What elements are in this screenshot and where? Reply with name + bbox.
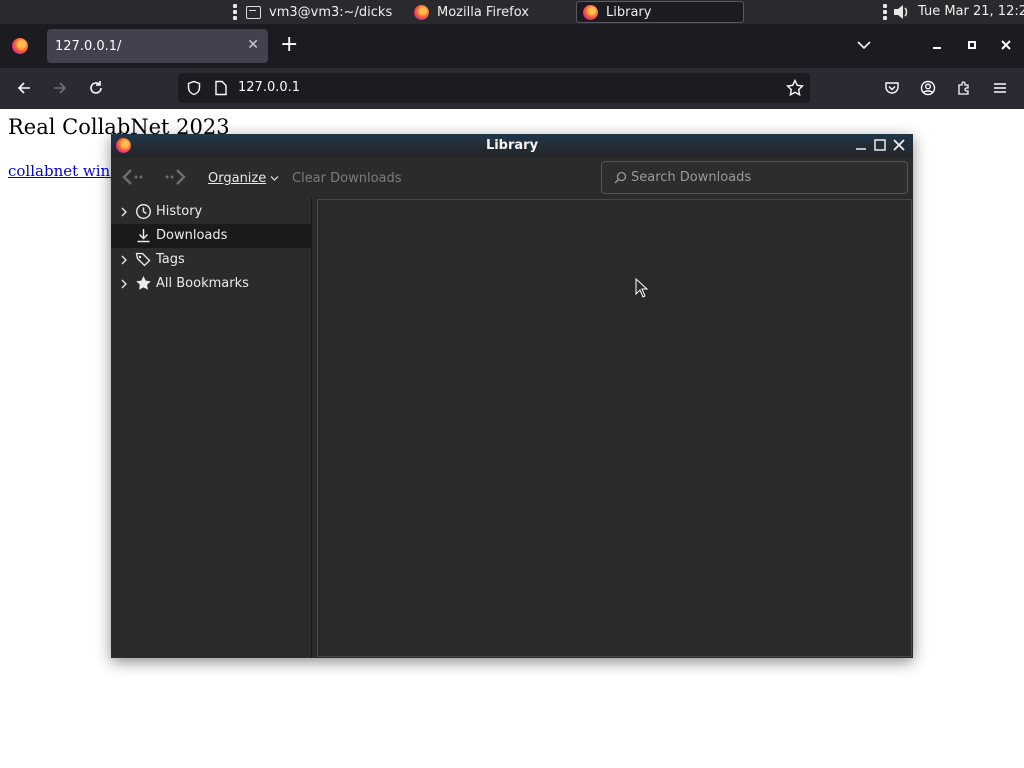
downloads-list[interactable] bbox=[317, 199, 912, 657]
pocket-icon bbox=[885, 82, 899, 94]
firefox-view-icon[interactable] bbox=[12, 38, 28, 54]
browser-tabstrip: 127.0.0.1/ ✕ + bbox=[0, 24, 1024, 68]
taskbar-grip-right bbox=[883, 4, 887, 20]
library-title: Library bbox=[485, 138, 539, 153]
list-tabs-icon[interactable] bbox=[856, 39, 872, 51]
expand-chevron-icon[interactable] bbox=[119, 254, 129, 266]
taskbar-item-firefox[interactable]: Mozilla Firefox bbox=[408, 1, 535, 23]
clock[interactable]: Tue Mar 21, 12:24 bbox=[918, 4, 1024, 19]
close-window-icon[interactable] bbox=[1000, 39, 1012, 51]
browser-tab[interactable]: 127.0.0.1/ ✕ bbox=[47, 29, 268, 63]
hamburger-icon bbox=[994, 83, 1006, 93]
tree-item-all-bookmarks[interactable]: All Bookmarks bbox=[111, 272, 312, 296]
tree-item-label: Downloads bbox=[156, 228, 228, 243]
organize-menu-button[interactable]: Organize bbox=[208, 171, 279, 186]
library-window: Library Organize Clear Downloads Search … bbox=[111, 134, 913, 658]
minimize-icon[interactable] bbox=[853, 137, 869, 153]
new-tab-button[interactable]: + bbox=[280, 34, 298, 56]
organize-label: Organize bbox=[208, 171, 267, 186]
back-button[interactable] bbox=[12, 76, 36, 100]
reload-icon bbox=[90, 81, 102, 94]
minimize-icon[interactable] bbox=[932, 41, 944, 51]
menu-button[interactable] bbox=[988, 76, 1012, 100]
search-placeholder: Search Downloads bbox=[631, 170, 752, 185]
extensions-button[interactable] bbox=[952, 76, 976, 100]
taskbar-item-label: vm3@vm3:~/dicks bbox=[269, 4, 393, 20]
tree-item-label: Tags bbox=[156, 252, 185, 267]
firefox-icon bbox=[414, 4, 429, 20]
taskbar-item-library[interactable]: Library bbox=[576, 1, 744, 23]
library-sidebar: History Downloads Tags All Bookmarks bbox=[111, 198, 312, 658]
system-taskbar: vm3@vm3:~/dicks Mozilla Firefox Library … bbox=[0, 0, 1024, 24]
maximize-icon[interactable] bbox=[872, 137, 888, 153]
url-bar[interactable]: 127.0.0.1 bbox=[178, 73, 810, 103]
expand-chevron-icon[interactable] bbox=[119, 278, 129, 290]
tree-item-downloads[interactable]: Downloads bbox=[111, 224, 312, 248]
firefox-icon bbox=[583, 4, 598, 20]
bookmark-star-icon[interactable] bbox=[786, 79, 804, 97]
taskbar-grip-left bbox=[233, 4, 237, 20]
shield-icon[interactable] bbox=[186, 80, 202, 96]
pocket-button[interactable] bbox=[880, 76, 904, 100]
tags-icon bbox=[135, 252, 151, 267]
forward-arrow-icon[interactable] bbox=[162, 166, 188, 188]
tree-item-history[interactable]: History bbox=[111, 200, 312, 224]
library-toolbar: Organize Clear Downloads Search Download… bbox=[111, 158, 913, 198]
star-icon bbox=[136, 276, 151, 290]
chevron-down-icon bbox=[270, 176, 279, 181]
mouse-pointer-icon bbox=[635, 278, 649, 298]
search-icon bbox=[614, 171, 627, 184]
browser-navbar: 127.0.0.1 bbox=[0, 68, 1024, 109]
arrow-right-icon bbox=[54, 82, 67, 94]
account-icon bbox=[920, 80, 936, 96]
tree-item-label: All Bookmarks bbox=[156, 276, 249, 291]
clock-icon bbox=[135, 203, 152, 220]
page-icon[interactable] bbox=[214, 80, 228, 96]
maximize-icon[interactable] bbox=[966, 39, 978, 51]
expand-chevron-icon[interactable] bbox=[119, 206, 129, 218]
url-text[interactable]: 127.0.0.1 bbox=[238, 80, 300, 95]
back-arrow-icon[interactable] bbox=[120, 166, 146, 188]
clear-downloads-button[interactable]: Clear Downloads bbox=[292, 171, 402, 186]
volume-icon[interactable] bbox=[892, 3, 910, 21]
tab-title: 127.0.0.1/ bbox=[55, 38, 122, 54]
tree-item-label: History bbox=[156, 204, 203, 219]
tree-item-tags[interactable]: Tags bbox=[111, 248, 312, 272]
tab-close-icon[interactable]: ✕ bbox=[247, 37, 259, 53]
search-downloads-input[interactable]: Search Downloads bbox=[601, 161, 908, 194]
taskbar-item-terminal[interactable]: vm3@vm3:~/dicks bbox=[240, 1, 398, 23]
taskbar-item-label: Library bbox=[606, 4, 652, 20]
download-icon bbox=[137, 229, 150, 243]
taskbar-item-label: Mozilla Firefox bbox=[437, 4, 529, 20]
forward-button[interactable] bbox=[48, 76, 72, 100]
puzzle-icon bbox=[958, 81, 969, 95]
close-icon[interactable] bbox=[891, 137, 907, 153]
library-titlebar[interactable]: Library bbox=[111, 134, 913, 158]
reload-button[interactable] bbox=[84, 76, 108, 100]
account-button[interactable] bbox=[916, 76, 940, 100]
terminal-icon bbox=[246, 5, 261, 19]
arrow-left-icon bbox=[17, 82, 30, 94]
